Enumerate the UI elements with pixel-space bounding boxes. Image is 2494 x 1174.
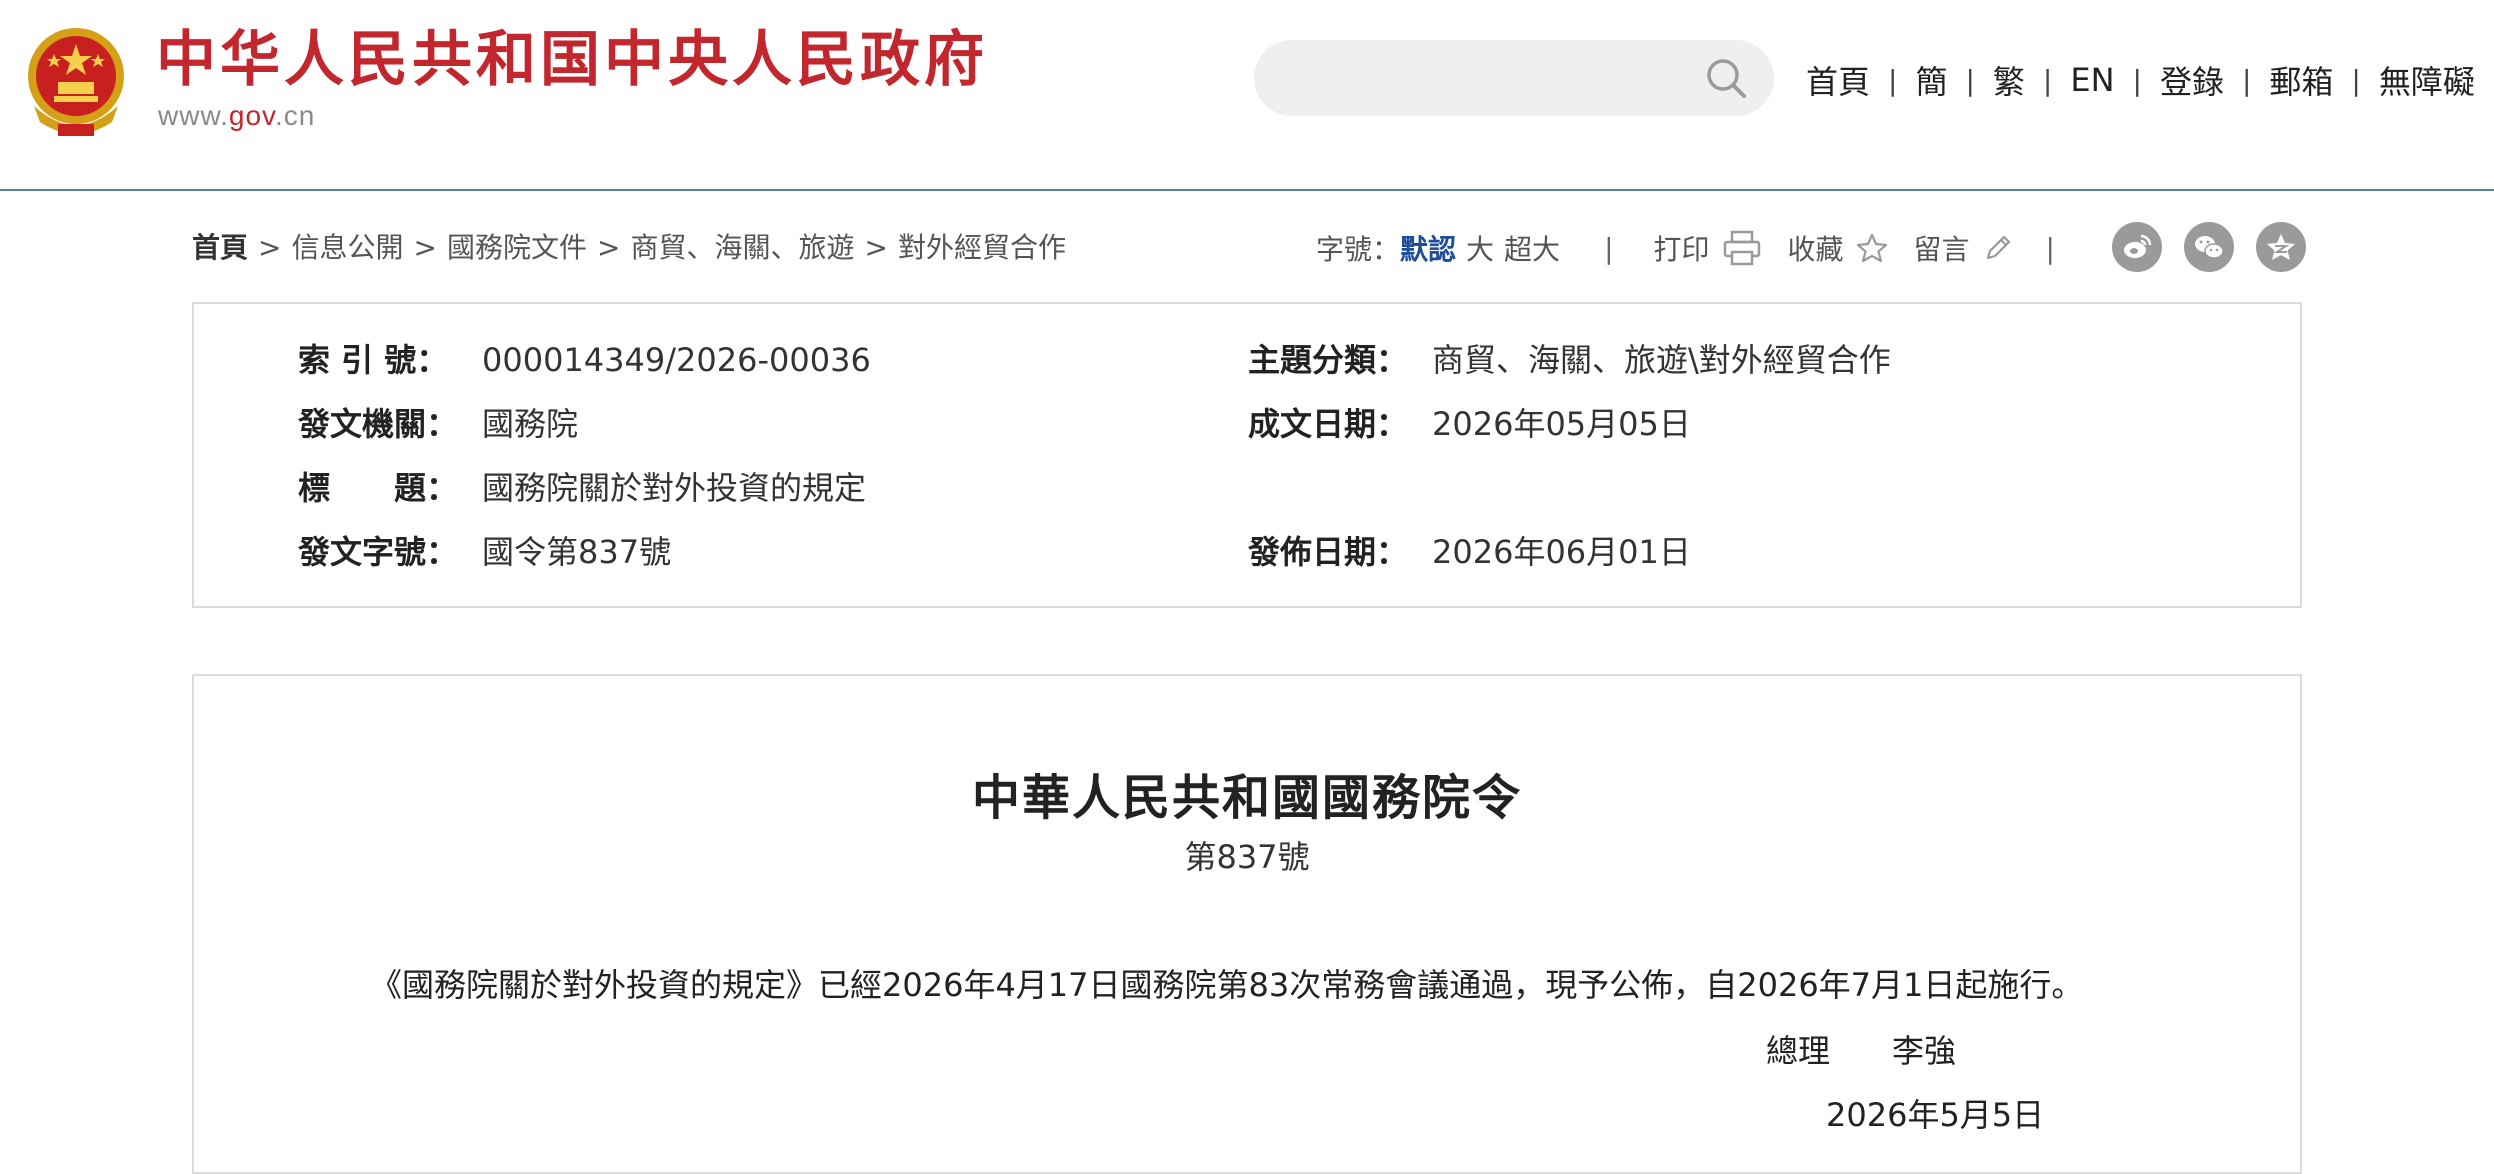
tools-divider: | [1604, 231, 1614, 265]
print-button[interactable]: 打印 [1654, 228, 1762, 268]
header-divider [0, 189, 2494, 191]
meta-category-value: 商貿、海關、旅遊\對外經貿合作 [1432, 341, 1891, 379]
favorite-label: 收藏 [1787, 233, 1844, 266]
meta-written-date: 成文日期： 2026年05月05日 [1248, 402, 1691, 446]
share-qzone[interactable] [2256, 222, 2306, 272]
breadcrumb-separator: > [413, 231, 437, 264]
nav-separator: | [2241, 63, 2252, 97]
signer-name: 李強 [1892, 1032, 1957, 1070]
document-signature: 總理 李強 [1766, 1026, 1956, 1072]
nav-separator: | [2042, 63, 2053, 97]
weibo-icon [2124, 234, 2152, 258]
message-label: 留言 [1913, 233, 1970, 266]
meta-written-date-value: 2026年05月05日 [1432, 405, 1691, 443]
document-body-text: 《國務院關於對外投資的規定》已經2026年4月17日國務院第83次常務會議通過，… [370, 966, 2084, 1004]
meta-doc-no-value: 國令第837號 [482, 533, 672, 571]
top-nav: 首頁 | 簡 | 繁 | EN | 登錄 | 郵箱 | 無障礙 [1806, 50, 2475, 110]
meta-category: 主題分類： 商貿、海關、旅遊\對外經貿合作 [1248, 338, 1891, 382]
site-header: 中华人民共和国中央人民政府 www.gov.cn 首頁 | 簡 | 繁 | EN… [0, 0, 2494, 190]
search-input[interactable] [1284, 54, 1688, 104]
breadcrumb-separator: > [258, 231, 282, 264]
nav-separator: | [1965, 63, 1975, 97]
favorite-button[interactable]: 收藏 [1788, 228, 1888, 268]
document-sign-date: 2026年5月5日 [1826, 1096, 2045, 1134]
font-size-large[interactable]: 大 [1466, 228, 1494, 268]
meta-publish-date-label: 發佈日期： [1248, 533, 1409, 571]
search-box [1254, 40, 1774, 116]
site-url-domain: gov [228, 100, 275, 131]
nav-login[interactable]: 登錄 [2160, 57, 2224, 103]
document-heading: 中華人民共和國國務院令 [971, 770, 1522, 826]
printer-icon [1723, 230, 1760, 266]
article-tools: 字號： 默認 大 超大 | 打印 收藏 留言 | [1316, 228, 2055, 268]
font-size-xlarge[interactable]: 超大 [1504, 228, 1560, 268]
breadcrumb: 首頁 > 信息公開 > 國務院文件 > 商貿、海關、旅遊 > 對外經貿合作 [192, 228, 1066, 268]
nav-separator: | [2132, 63, 2142, 97]
breadcrumb-foreign-trade[interactable]: 對外經貿合作 [898, 231, 1066, 264]
meta-issuer-value: 國務院 [482, 405, 579, 443]
breadcrumb-info-public[interactable]: 信息公開 [291, 231, 403, 264]
nav-home[interactable]: 首頁 [1806, 57, 1870, 103]
meta-index-no-value: 000014349/2026-00036 [482, 341, 871, 379]
meta-issuer: 發文機關： 國務院 [298, 402, 578, 446]
nav-accessibility[interactable]: 無障礙 [2379, 57, 2475, 103]
meta-index-no-label: 索 引 號： [298, 341, 449, 379]
breadcrumb-trade-customs-tourism[interactable]: 商貿、海關、旅遊 [630, 231, 854, 264]
meta-index-no: 索 引 號： 000014349/2026-00036 [298, 338, 871, 382]
breadcrumb-separator: > [864, 231, 888, 264]
site-url-suffix: .cn [274, 100, 316, 131]
qzone-icon [2267, 234, 2295, 260]
document-number: 第837號 [1184, 838, 1310, 876]
meta-title-label: 標 題： [298, 469, 459, 507]
national-emblem-icon[interactable] [24, 26, 128, 140]
site-title[interactable]: 中华人民共和国中央人民政府 [156, 24, 988, 96]
font-size-default[interactable]: 默認 [1400, 228, 1456, 268]
meta-category-label: 主題分類： [1248, 341, 1409, 379]
message-button[interactable]: 留言 [1914, 228, 2014, 268]
pencil-icon [1986, 235, 2010, 260]
breadcrumb-home[interactable]: 首頁 [192, 231, 248, 264]
nav-english[interactable]: EN [2070, 61, 2114, 99]
nav-mailbox[interactable]: 郵箱 [2269, 57, 2333, 103]
meta-publish-date: 發佈日期： 2026年06月01日 [1248, 530, 1691, 574]
meta-title: 標 題： 國務院關於對外投資的規定 [298, 466, 866, 510]
share-weibo[interactable] [2112, 222, 2162, 272]
nav-separator: | [1888, 63, 1898, 97]
signer-title: 總理 [1766, 1032, 1831, 1070]
print-label: 打印 [1653, 233, 1710, 266]
meta-issuer-label: 發文機關： [298, 405, 459, 443]
site-url[interactable]: www.gov.cn [158, 100, 315, 132]
nav-separator: | [2351, 63, 2361, 97]
site-url-prefix: www. [158, 100, 229, 131]
nav-simplified[interactable]: 簡 [1915, 57, 1947, 103]
meta-doc-no-label: 發文字號： [298, 533, 459, 571]
breadcrumb-state-council-docs[interactable]: 國務院文件 [447, 231, 587, 264]
share-wechat[interactable] [2184, 222, 2234, 272]
nav-traditional[interactable]: 繁 [1993, 57, 2025, 103]
meta-written-date-label: 成文日期： [1248, 405, 1409, 443]
breadcrumb-separator: > [596, 231, 621, 264]
meta-title-value: 國務院關於對外投資的規定 [482, 469, 867, 507]
star-icon [1856, 233, 1887, 263]
font-size-label: 字號： [1316, 233, 1401, 266]
wechat-icon [2195, 236, 2224, 259]
tools-divider: | [2045, 231, 2055, 265]
search-icon[interactable] [1704, 56, 1748, 100]
meta-doc-no: 發文字號： 國令第837號 [298, 530, 671, 574]
meta-publish-date-value: 2026年06月01日 [1432, 533, 1691, 571]
